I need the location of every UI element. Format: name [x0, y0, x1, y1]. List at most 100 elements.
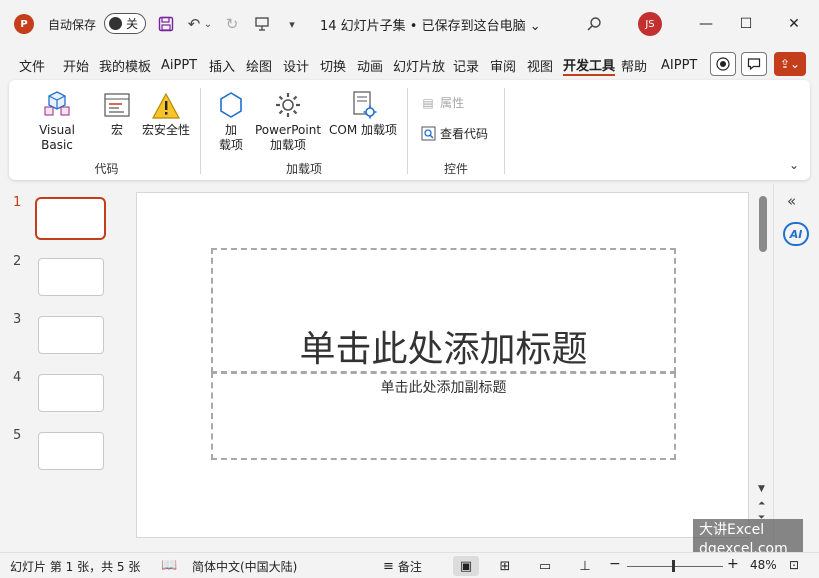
properties-label: 属性 — [440, 96, 465, 110]
language-indicator[interactable]: 简体中文(中国大陆) — [192, 558, 297, 575]
autosave-label: 自动保存 — [48, 17, 97, 32]
macros-label: 宏 — [110, 123, 123, 137]
tab-slideshow[interactable]: 幻灯片放 — [393, 54, 445, 76]
undo-icon[interactable]: ↶ — [183, 13, 205, 35]
slide-thumbnail[interactable] — [35, 197, 106, 240]
title-placeholder-text: 单击此处添加标题 — [299, 328, 588, 370]
toggle-knob — [109, 17, 122, 30]
slide-thumbnail[interactable] — [38, 258, 104, 296]
fit-slide-icon[interactable]: ⊡ — [789, 558, 799, 572]
addins-label-1: 加 — [224, 123, 237, 137]
tab-review[interactable]: 审阅 — [490, 54, 516, 76]
slide-number: 4 — [13, 370, 22, 385]
zoom-slider[interactable] — [627, 566, 723, 567]
redo-icon[interactable]: ↻ — [221, 13, 243, 35]
normal-view-icon[interactable]: ▣ — [453, 556, 479, 576]
slide-count: 幻灯片 第 1 张，共 5 张 — [10, 560, 141, 574]
autosave-toggle[interactable]: 关 — [104, 13, 146, 34]
macro-security-label: 宏安全性 — [141, 123, 190, 137]
macros-button[interactable]: 宏 — [99, 86, 135, 138]
addins-button[interactable]: 加 载项 — [213, 86, 249, 153]
ribbon-panel: Visual Basic 宏 宏安全性 代码 加 载项 PowerPoint 加… — [9, 80, 810, 180]
slide-number: 3 — [13, 312, 22, 327]
tab-my-templates[interactable]: 我的模板 — [99, 54, 151, 76]
powerpoint-addins-button[interactable]: PowerPoint 加载项 — [253, 86, 323, 153]
undo-dropdown-icon[interactable]: ⌄ — [203, 13, 213, 35]
close-icon[interactable]: ✕ — [774, 10, 814, 38]
document-title[interactable]: 14 幻灯片子集 • 已保存到这台电脑 ⌄ — [320, 14, 541, 34]
collapse-panel-icon[interactable]: « — [787, 192, 796, 210]
tab-file[interactable]: 文件 — [19, 54, 45, 76]
present-from-start-icon[interactable] — [251, 13, 273, 35]
tab-view[interactable]: 视图 — [527, 54, 553, 76]
macros-icon — [102, 86, 132, 120]
view-code-button[interactable]: 查看代码 — [420, 125, 488, 142]
zoom-slider-handle[interactable] — [672, 560, 675, 572]
tab-record[interactable]: 记录 — [453, 54, 479, 76]
slide-thumbnail[interactable] — [38, 374, 104, 412]
vertical-scrollbar[interactable]: ▼ ⏶ ⏷ — [756, 186, 770, 526]
addins-icon — [216, 86, 246, 120]
group-label-code: 代码 — [94, 162, 119, 176]
share-icon: ⇪⌄ — [779, 57, 801, 71]
slide-thumbnail[interactable] — [38, 316, 104, 354]
view-code-icon — [420, 126, 436, 142]
slide-number: 1 — [13, 195, 22, 210]
warning-icon — [151, 86, 181, 120]
slide-thumbnail[interactable] — [38, 432, 104, 470]
properties-button[interactable]: ▤ 属性 — [420, 94, 464, 111]
macro-security-button[interactable]: 宏安全性 — [139, 86, 193, 138]
tab-home[interactable]: 开始 — [63, 54, 89, 76]
save-icon[interactable] — [155, 13, 177, 35]
powerpoint-addins-label-1: PowerPoint — [254, 123, 322, 137]
visual-basic-label: Visual Basic — [39, 123, 75, 152]
title-placeholder[interactable]: 单击此处添加标题 — [211, 248, 676, 373]
minimize-icon[interactable]: — — [686, 10, 726, 38]
notes-label: 备注 — [397, 560, 422, 574]
comments-button[interactable] — [741, 52, 767, 76]
maximize-icon[interactable]: ☐ — [726, 10, 766, 38]
accessibility-icon[interactable]: 📖 — [161, 558, 181, 573]
com-addins-button[interactable]: COM 加载项 — [326, 86, 400, 138]
search-icon[interactable] — [582, 12, 606, 36]
tab-aippt[interactable]: AiPPT — [161, 54, 197, 76]
tab-draw[interactable]: 绘图 — [246, 54, 272, 76]
tab-aippt-2[interactable]: AIPPT — [661, 54, 697, 76]
autosave-state: 关 — [126, 17, 139, 31]
scrollbar-thumb[interactable] — [759, 196, 767, 252]
view-code-label: 查看代码 — [440, 127, 489, 141]
title-bar: P 自动保存 关 ↶ ⌄ ↻ ▾ 14 幻灯片子集 • 已保存到这台电脑 ⌄ J… — [0, 0, 819, 48]
watermark-line-1: 大讲Excel — [699, 522, 765, 538]
powerpoint-addins-label-2: 加载项 — [269, 138, 306, 152]
collapse-ribbon-icon[interactable]: ⌄ — [789, 158, 799, 172]
powerpoint-logo-icon: P — [14, 14, 34, 34]
tab-developer[interactable]: 开发工具 — [563, 54, 616, 76]
tab-transitions[interactable]: 切换 — [320, 54, 346, 76]
group-divider — [504, 88, 505, 174]
slide-canvas[interactable]: 单击此处添加标题 单击此处添加副标题 — [136, 192, 749, 538]
tab-design[interactable]: 设计 — [283, 54, 309, 76]
reading-view-icon[interactable]: ▭ — [532, 556, 558, 576]
tab-insert[interactable]: 插入 — [209, 54, 235, 76]
subtitle-placeholder[interactable]: 单击此处添加副标题 — [211, 372, 676, 460]
tab-help[interactable]: 帮助 — [621, 54, 647, 76]
scroll-down-icon[interactable]: ▼ — [758, 484, 765, 494]
group-label-addins: 加载项 — [285, 162, 322, 176]
previous-slide-icon[interactable]: ⏶ — [758, 499, 765, 509]
zoom-level[interactable]: 48% — [750, 558, 777, 572]
slideshow-icon[interactable]: ⊥ — [572, 556, 598, 576]
slide-sorter-icon[interactable]: ⊞ — [492, 556, 518, 576]
notes-button[interactable]: ≡ 备注 — [383, 558, 422, 575]
subtitle-placeholder-text: 单击此处添加副标题 — [380, 380, 507, 396]
record-button[interactable] — [710, 52, 736, 76]
zoom-out-icon[interactable]: − — [609, 556, 621, 572]
visual-basic-button[interactable]: Visual Basic — [22, 86, 92, 153]
user-avatar[interactable]: JS — [638, 12, 662, 36]
zoom-in-icon[interactable]: + — [727, 556, 739, 572]
group-label-controls: 控件 — [443, 162, 468, 176]
com-addins-label: COM 加载项 — [329, 123, 397, 137]
share-button[interactable]: ⇪⌄ — [774, 52, 806, 76]
ai-assistant-icon[interactable]: AI — [783, 222, 809, 246]
customize-quick-access-icon[interactable]: ▾ — [281, 13, 303, 35]
tab-animations[interactable]: 动画 — [357, 54, 383, 76]
